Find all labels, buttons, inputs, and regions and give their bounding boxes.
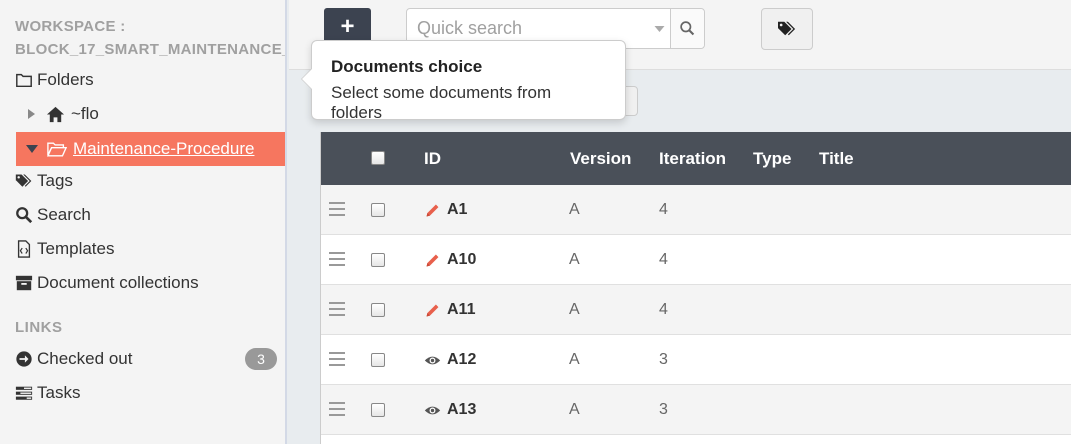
sidebar-item-tags[interactable]: Tags (14, 168, 73, 194)
document-version: A (569, 351, 580, 368)
drag-handle-icon[interactable] (329, 252, 345, 270)
popover-title: Documents choice (331, 57, 483, 76)
drag-handle-icon[interactable] (329, 202, 345, 220)
document-iteration: 4 (659, 301, 668, 318)
popover-body: Select some documents from folders (331, 83, 552, 122)
search-submit-button[interactable] (669, 9, 704, 48)
document-iteration: 3 (659, 351, 668, 368)
tree-item-maintenance-procedure[interactable]: Maintenance-Procedure (16, 132, 285, 166)
drag-handle-icon[interactable] (329, 402, 345, 420)
documents-choice-popover: Documents choice Select some documents f… (301, 40, 626, 122)
table-row[interactable]: A13 A 3 (321, 385, 1071, 435)
column-header-type[interactable]: Type (753, 149, 791, 169)
caret-right-icon[interactable] (24, 107, 38, 121)
tasks-icon (14, 383, 34, 403)
document-version: A (569, 201, 580, 218)
sidebar-item-label: Checked out (37, 349, 133, 368)
document-id-link[interactable]: A13 (424, 401, 476, 419)
links-header: LINKS (15, 319, 63, 336)
tree-item-label: Maintenance-Procedure (73, 139, 255, 158)
document-version: A (569, 301, 580, 318)
document-version: A (569, 251, 580, 268)
archive-icon (14, 273, 34, 293)
column-header-iteration[interactable]: Iteration (659, 149, 726, 169)
file-code-icon (14, 239, 34, 259)
sidebar: WORKSPACE : BLOCK_17_SMART_MAINTENANCE_ … (0, 0, 287, 444)
tree-item-label: ~flo (71, 104, 99, 123)
arrow-circle-right-icon (14, 349, 34, 369)
tags-icon (14, 171, 34, 191)
row-checkbox[interactable] (371, 353, 385, 367)
column-header-id[interactable]: ID (424, 149, 441, 169)
document-id-link[interactable]: A1 (424, 201, 467, 219)
table-row[interactable]: A10 A 4 (321, 235, 1071, 285)
drag-handle-icon[interactable] (329, 302, 345, 320)
sidebar-item-folders[interactable]: Folders (14, 67, 94, 93)
sidebar-item-templates[interactable]: Templates (14, 236, 114, 262)
document-id[interactable]: A10 (447, 251, 476, 269)
sidebar-item-label: Templates (37, 239, 115, 258)
sidebar-item-label: Folders (37, 70, 94, 89)
document-id-link[interactable]: A11 (424, 301, 475, 319)
document-id-link[interactable]: A10 (424, 251, 476, 269)
pencil-icon (424, 202, 441, 219)
documents-table: ID Version Iteration Type Title A1 A 4 A10 A… (320, 132, 1071, 444)
column-header-version[interactable]: Version (570, 149, 631, 169)
tags-icon (778, 21, 796, 36)
column-header-title[interactable]: Title (819, 149, 854, 169)
search-icon (680, 21, 695, 36)
row-checkbox[interactable] (371, 403, 385, 417)
document-iteration: 4 (659, 201, 668, 218)
select-all-checkbox[interactable] (371, 151, 385, 165)
sidebar-item-tasks[interactable]: Tasks (14, 380, 80, 406)
document-version: A (569, 401, 580, 418)
tags-button[interactable] (761, 8, 813, 50)
sidebar-item-label: Search (37, 205, 91, 224)
document-id[interactable]: A1 (447, 201, 467, 219)
row-checkbox[interactable] (371, 253, 385, 267)
pencil-icon (424, 252, 441, 269)
folder-open-icon (47, 141, 67, 158)
folder-icon (14, 70, 34, 90)
document-id[interactable]: A11 (447, 301, 475, 319)
sidebar-item-search[interactable]: Search (14, 202, 91, 228)
workspace-title: WORKSPACE : BLOCK_17_SMART_MAINTENANCE_ (15, 15, 287, 61)
checked-out-count-badge: 3 (245, 348, 277, 370)
document-id[interactable]: A13 (447, 401, 476, 419)
sidebar-item-document-collections[interactable]: Document collections (14, 270, 199, 296)
document-id-link[interactable]: A12 (424, 351, 476, 369)
document-iteration: 3 (659, 401, 668, 418)
workspace-label: WORKSPACE : (15, 18, 126, 35)
table-row[interactable]: A11 A 4 (321, 285, 1071, 335)
document-id[interactable]: A12 (447, 351, 476, 369)
eye-icon (424, 402, 441, 419)
workspace-name: BLOCK_17_SMART_MAINTENANCE_ (15, 41, 287, 58)
document-iteration: 4 (659, 251, 668, 268)
home-icon (46, 105, 65, 124)
sidebar-item-label: Document collections (37, 273, 199, 292)
table-header: ID Version Iteration Type Title (321, 132, 1071, 185)
caret-down-icon[interactable] (25, 142, 39, 156)
chevron-down-icon[interactable] (649, 9, 670, 48)
eye-icon (424, 352, 441, 369)
table-row[interactable]: A1 A 4 (321, 185, 1071, 235)
tree-item-home[interactable]: ~flo (24, 97, 99, 131)
sidebar-item-label: Tasks (37, 383, 81, 402)
search-icon (14, 205, 34, 225)
pencil-icon (424, 302, 441, 319)
row-checkbox[interactable] (371, 303, 385, 317)
table-row[interactable]: A12 A 3 (321, 335, 1071, 385)
row-checkbox[interactable] (371, 203, 385, 217)
drag-handle-icon[interactable] (329, 352, 345, 370)
sidebar-item-checked-out[interactable]: Checked out (14, 346, 132, 372)
sidebar-item-label: Tags (37, 171, 73, 190)
